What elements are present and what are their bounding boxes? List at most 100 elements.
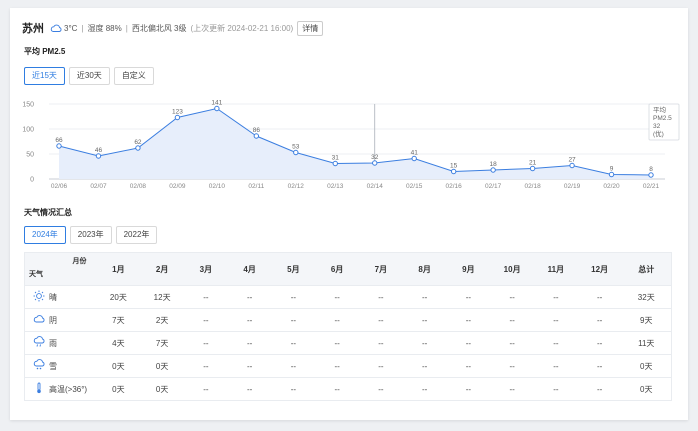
month-value-cell: --: [490, 377, 534, 401]
pm-title: 平均 PM2.5: [24, 47, 66, 56]
month-value-cell: --: [577, 308, 622, 332]
x-tick-label: 02/13: [327, 183, 344, 190]
weather-type-cell: 雨: [24, 331, 97, 355]
tab-year-2023[interactable]: 2023年: [69, 226, 112, 244]
tab-custom[interactable]: 自定义: [113, 67, 154, 85]
month-value-cell: --: [184, 308, 228, 332]
table-row: 晴 20天 12天 -- -- -- -- -- -- -- -- -- -- 32天: [24, 285, 672, 309]
data-point: [608, 171, 615, 178]
humidity: 湿度 88%: [87, 23, 122, 33]
y-tick-label: 0: [30, 177, 34, 184]
month-value-cell: --: [359, 377, 403, 401]
table-row: 雨 4天 7天 -- -- -- -- -- -- -- -- -- -- 11天: [24, 331, 672, 355]
data-point: [569, 162, 575, 169]
month-value-cell: --: [446, 285, 491, 309]
tab-15-days[interactable]: 近15天: [24, 67, 65, 85]
temperature: 3°C: [64, 23, 78, 33]
month-value-cell: --: [359, 308, 403, 332]
month-header: 3月: [184, 252, 228, 286]
month-value-cell: --: [359, 331, 403, 355]
month-value-cell: 7天: [96, 308, 141, 332]
data-label: 141: [211, 100, 222, 107]
table-row: 高温(>36°) 0天 0天 -- -- -- -- -- -- -- -- -- -- 0天: [24, 377, 672, 401]
year-tabs: 2024年 2023年 2022年: [24, 226, 158, 244]
month-value-cell: --: [577, 354, 622, 378]
month-value-cell: --: [446, 354, 491, 378]
month-value-cell: --: [402, 285, 447, 309]
data-label: 18: [490, 161, 498, 168]
month-value-cell: --: [534, 308, 578, 332]
data-point: [450, 168, 457, 175]
month-value-cell: 0天: [140, 377, 184, 401]
data-label: 53: [292, 144, 300, 151]
month-value-cell: --: [534, 331, 578, 355]
weather-summary-table: 月份 天气 1月 2月 3月 4月 5月 6月 7月 8月 9月 10月 11月…: [24, 252, 672, 401]
data-point: [529, 165, 536, 172]
area-fill: [59, 108, 651, 179]
x-tick-label: 02/08: [130, 183, 147, 190]
month-header: 8月: [402, 252, 447, 286]
month-header: 6月: [315, 252, 359, 286]
data-label: 8: [649, 166, 653, 173]
tab-year-2024[interactable]: 2024年: [24, 226, 66, 244]
data-point: [648, 172, 654, 178]
month-value-cell: --: [184, 354, 228, 378]
month-value-cell: --: [227, 331, 272, 355]
summary-title: 天气情况汇总: [24, 208, 72, 217]
x-tick-label: 02/07: [90, 183, 107, 190]
tooltip-text: 平均: [653, 105, 667, 114]
weather-type-cell: 晴: [24, 285, 97, 309]
table-row: 阴 7天 2天 -- -- -- -- -- -- -- -- -- -- 9天: [24, 308, 672, 332]
x-tick-label: 02/20: [603, 183, 620, 190]
data-label: 62: [134, 139, 142, 146]
x-tick-label: 02/18: [524, 183, 541, 190]
data-point: [135, 145, 141, 151]
data-label: 41: [411, 150, 419, 157]
weather-type-cell: 阴: [24, 308, 97, 332]
city-name: 苏州: [22, 23, 44, 35]
x-tick-label: 02/15: [406, 183, 423, 190]
tab-30-days[interactable]: 近30天: [68, 67, 110, 85]
data-label: 31: [332, 155, 340, 162]
tooltip-text: PM2.5: [653, 115, 672, 122]
month-value-cell: --: [271, 354, 316, 378]
month-value-cell: --: [227, 354, 272, 378]
data-label: 9: [610, 166, 614, 173]
detail-button[interactable]: 详情: [297, 20, 324, 36]
data-point: [214, 105, 220, 112]
month-value-cell: --: [577, 331, 622, 355]
data-label: 123: [172, 109, 183, 116]
data-point: [332, 160, 338, 167]
weather-card: 苏州 3°C | 湿度 88% | 西北偏北风 3级 (上次更新 2024-02…: [10, 8, 688, 420]
tooltip-text: (优): [653, 129, 664, 138]
x-tick-label: 02/12: [288, 183, 305, 190]
data-point: [490, 167, 496, 173]
table-body: 晴 20天 12天 -- -- -- -- -- -- -- -- -- -- 32天阴 7天 2天 -- -- -…: [24, 285, 672, 401]
data-label: 66: [55, 137, 63, 144]
table-row: 雪 0天 0天 -- -- -- -- -- -- -- -- -- -- 0天: [24, 354, 672, 378]
corner-cell: 月份 天气: [24, 252, 97, 286]
x-tick-label: 02/06: [51, 183, 68, 190]
month-value-cell: --: [577, 377, 622, 401]
x-tick-label: 02/21: [643, 183, 660, 190]
corner-month-label: 月份: [72, 258, 87, 265]
month-value-cell: --: [315, 285, 359, 309]
tab-year-2022[interactable]: 2022年: [115, 226, 158, 244]
month-value-cell: --: [490, 354, 534, 378]
pm25-chart[interactable]: 0 50 100 150 66 02/06 46 02/07 62 02/08 123 02/09 14…: [10, 96, 688, 196]
month-header: 5月: [271, 252, 316, 286]
data-point: [411, 155, 417, 162]
total-value-cell: 0天: [621, 377, 672, 401]
x-tick-label: 02/14: [367, 183, 384, 190]
x-tick-label: 02/10: [209, 183, 226, 190]
month-value-cell: 4天: [96, 331, 141, 355]
month-value-cell: --: [315, 308, 359, 332]
cloud-icon: [33, 313, 45, 327]
month-value-cell: --: [271, 308, 316, 332]
month-value-cell: --: [577, 285, 622, 309]
total-value-cell: 0天: [621, 354, 672, 378]
y-tick-label: 100: [22, 127, 34, 134]
month-header: 9月: [446, 252, 491, 286]
cloud-icon: [50, 24, 62, 32]
data-point: [95, 153, 102, 159]
